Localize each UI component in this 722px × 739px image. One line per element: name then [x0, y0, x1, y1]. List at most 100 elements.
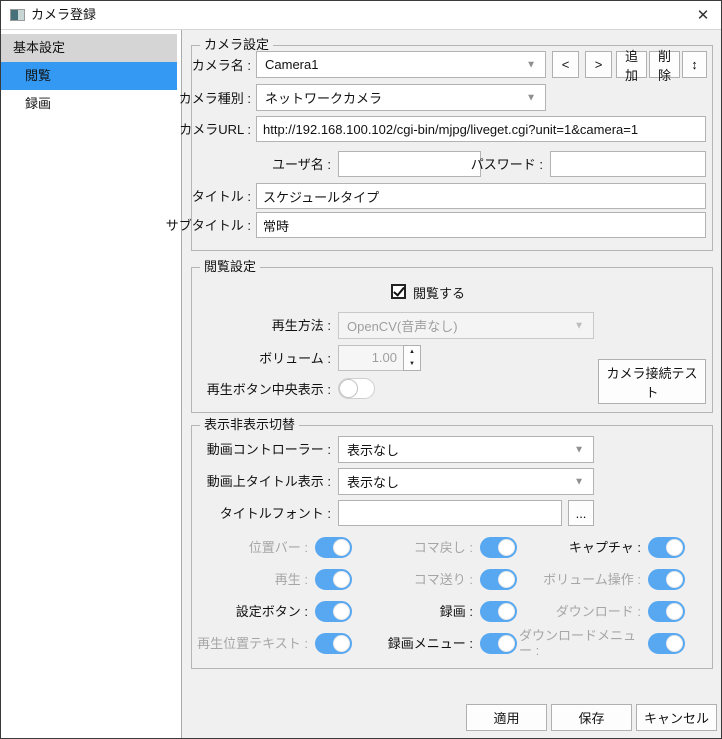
- toggle-label: キャプチャ :: [569, 540, 641, 555]
- toggle-switch[interactable]: [648, 633, 685, 654]
- camera-reorder-button[interactable]: ↕: [682, 51, 707, 78]
- save-button[interactable]: 保存: [551, 704, 632, 731]
- video-title-value: 表示なし: [347, 472, 399, 491]
- toggle-label: 再生 :: [275, 572, 308, 587]
- toggle-switch[interactable]: [315, 601, 352, 622]
- toggle-knob: [498, 603, 515, 620]
- subtitle-label: サブタイトル :: [151, 218, 251, 233]
- toggle-knob: [666, 571, 683, 588]
- toggle-switch[interactable]: [480, 569, 517, 590]
- apply-button[interactable]: 適用: [466, 704, 547, 731]
- volume-label: ボリューム :: [231, 351, 331, 366]
- camera-url-label: カメラURL :: [151, 122, 251, 137]
- toggle-row-volume-control: ボリューム操作 :: [519, 569, 687, 590]
- toggle-label: 再生位置テキスト :: [197, 636, 308, 651]
- center-play-button-label: 再生ボタン中央表示 :: [191, 382, 331, 397]
- toggle-knob: [333, 635, 350, 652]
- camera-test-button[interactable]: カメラ接続テスト: [598, 359, 706, 404]
- title-input[interactable]: [256, 183, 706, 209]
- toggle-row-record-menu: 録画メニュー :: [354, 633, 519, 654]
- toggle-knob: [333, 539, 350, 556]
- close-icon[interactable]: ✕: [685, 1, 721, 29]
- toggle-row-play: 再生 :: [197, 569, 354, 590]
- toggle-switch[interactable]: [480, 537, 517, 558]
- password-input[interactable]: [550, 151, 706, 177]
- title-font-label: タイトルフォント :: [191, 506, 331, 521]
- title-label: タイトル :: [151, 189, 251, 204]
- video-title-label: 動画上タイトル表示 :: [191, 474, 331, 489]
- toggle-knob: [666, 635, 683, 652]
- app-icon: [10, 9, 25, 21]
- visibility-settings-legend: 表示非表示切替: [200, 417, 299, 433]
- play-method-label: 再生方法 :: [231, 318, 331, 333]
- toggle-knob: [498, 571, 515, 588]
- toggle-label: 設定ボタン :: [236, 604, 308, 619]
- view-checkbox-label: 閲覧する: [413, 286, 503, 301]
- toggle-label: 録画メニュー :: [388, 636, 473, 651]
- camera-url-input[interactable]: [256, 116, 706, 142]
- toggle-switch[interactable]: [648, 569, 685, 590]
- video-controller-combobox[interactable]: 表示なし ▼: [338, 436, 594, 463]
- visibility-toggle-grid: 位置バー : コマ戻し : キャプチャ : 再生 : コマ送り : ボリューム操…: [197, 531, 709, 659]
- toggle-label: ダウンロード :: [556, 604, 641, 619]
- camera-delete-button[interactable]: 削除: [649, 51, 680, 78]
- play-method-value: OpenCV(音声なし): [347, 316, 458, 335]
- camera-name-combobox[interactable]: Camera1 ▼: [256, 51, 546, 78]
- window-title: カメラ登録: [31, 1, 96, 29]
- spin-up-icon: ▲: [409, 349, 415, 355]
- toggle-knob: [666, 603, 683, 620]
- camera-next-button[interactable]: >: [585, 51, 612, 78]
- toggle-row-frame-back: コマ戻し :: [354, 537, 519, 558]
- toggle-row-record: 録画 :: [354, 601, 519, 622]
- toggle-row-settings-button: 設定ボタン :: [197, 601, 354, 622]
- subtitle-input[interactable]: [256, 212, 706, 238]
- toggle-switch[interactable]: [315, 537, 352, 558]
- toggle-row-download: ダウンロード :: [519, 601, 687, 622]
- video-title-combobox[interactable]: 表示なし ▼: [338, 468, 594, 495]
- toggle-knob: [339, 379, 358, 398]
- camera-name-value: Camera1: [265, 57, 318, 72]
- cancel-button[interactable]: キャンセル: [636, 704, 717, 731]
- camera-type-label: カメラ種別 :: [151, 91, 251, 106]
- toggle-knob: [498, 539, 515, 556]
- chevron-down-icon: ▼: [574, 444, 584, 455]
- toggle-label: コマ戻し :: [414, 540, 473, 555]
- volume-stepper[interactable]: ▲ ▼: [403, 345, 421, 371]
- camera-type-combobox[interactable]: ネットワークカメラ ▼: [256, 84, 546, 111]
- view-settings-legend: 閲覧設定: [200, 259, 260, 275]
- video-controller-value: 表示なし: [347, 440, 399, 459]
- title-font-browse-button[interactable]: ...: [568, 500, 594, 526]
- toggle-knob: [333, 603, 350, 620]
- toggle-knob: [666, 539, 683, 556]
- video-controller-label: 動画コントローラー :: [191, 442, 331, 457]
- toggle-switch[interactable]: [480, 633, 517, 654]
- toggle-label: ボリューム操作 :: [543, 572, 641, 587]
- title-font-input[interactable]: [338, 500, 562, 526]
- camera-name-label: カメラ名 :: [151, 58, 251, 73]
- chevron-down-icon: ▼: [574, 476, 584, 487]
- chevron-down-icon: ▼: [574, 320, 584, 331]
- toggle-label: コマ送り :: [414, 572, 473, 587]
- toggle-row-play-position-text: 再生位置テキスト :: [197, 633, 354, 654]
- toggle-switch[interactable]: [315, 569, 352, 590]
- view-checkbox[interactable]: [391, 284, 406, 299]
- volume-value[interactable]: 1.00: [338, 345, 404, 371]
- center-play-button-toggle[interactable]: [338, 378, 375, 399]
- toggle-label: 位置バー :: [249, 540, 308, 555]
- camera-add-button[interactable]: 追加: [616, 51, 647, 78]
- play-method-combobox[interactable]: OpenCV(音声なし) ▼: [338, 312, 594, 339]
- toggle-row-capture: キャプチャ :: [519, 537, 687, 558]
- toggle-switch[interactable]: [480, 601, 517, 622]
- camera-registration-dialog: カメラ登録 ✕ 基本設定 閲覧 録画 カメラ設定 カメラ名 : Camera1 …: [0, 0, 722, 739]
- spin-down-icon: ▼: [409, 361, 415, 367]
- camera-prev-button[interactable]: <: [552, 51, 579, 78]
- toggle-row-download-menu: ダウンロードメニュー :: [519, 628, 687, 658]
- toggle-label: 録画 :: [440, 604, 473, 619]
- toggle-switch[interactable]: [315, 633, 352, 654]
- toggle-row-position-bar: 位置バー :: [197, 537, 354, 558]
- chevron-down-icon: ▼: [526, 59, 536, 70]
- toggle-switch[interactable]: [648, 537, 685, 558]
- toggle-row-frame-forward: コマ送り :: [354, 569, 519, 590]
- toggle-switch[interactable]: [648, 601, 685, 622]
- password-label: パスワード :: [443, 157, 543, 172]
